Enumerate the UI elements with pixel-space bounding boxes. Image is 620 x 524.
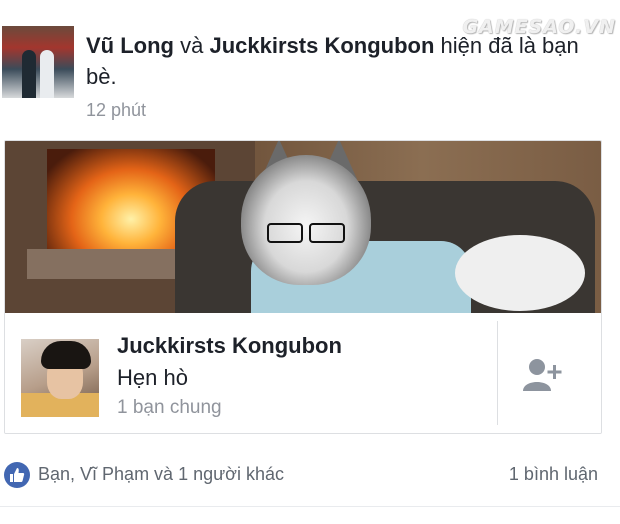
timestamp[interactable]: 12 phút bbox=[86, 100, 146, 121]
profile-picture[interactable] bbox=[21, 339, 99, 417]
actor-two-link[interactable]: Juckkirsts Kongubon bbox=[209, 33, 434, 58]
dog-tail-image bbox=[455, 235, 585, 311]
actor-one-link[interactable]: Vũ Long bbox=[86, 33, 174, 58]
watermark-text: GAMESAO.VN bbox=[462, 16, 616, 38]
comments-count[interactable]: 1 bình luận bbox=[509, 464, 598, 485]
profile-row: Juckkirsts Kongubon Hẹn hò 1 bạn chung bbox=[5, 313, 601, 433]
watermark-logo: GAMESAO.VN bbox=[462, 16, 616, 38]
reaction-footer: Bạn, Vĩ Phạm và 1 người khác 1 bình luận bbox=[0, 448, 620, 488]
divider bbox=[497, 321, 498, 425]
friend-card: Juckkirsts Kongubon Hẹn hò 1 bạn chung bbox=[4, 140, 602, 434]
avatar[interactable] bbox=[2, 26, 74, 98]
add-friend-icon[interactable] bbox=[521, 357, 565, 393]
connector-text: và bbox=[180, 33, 204, 58]
profile-name[interactable]: Juckkirsts Kongubon bbox=[117, 333, 342, 359]
divider bbox=[0, 506, 620, 507]
reactions-summary[interactable]: Bạn, Vĩ Phạm và 1 người khác bbox=[38, 464, 284, 485]
story-text: Vũ Long và Juckkirsts Kongubon hiện đã l… bbox=[86, 30, 586, 92]
avatar-person bbox=[22, 50, 36, 98]
mutual-friends-link[interactable]: 1 bạn chung bbox=[117, 397, 222, 419]
like-thumb-icon bbox=[4, 462, 30, 488]
relationship-status: Hẹn hò bbox=[117, 365, 188, 390]
avatar-person bbox=[40, 50, 54, 98]
cover-photo[interactable] bbox=[5, 141, 601, 313]
husky-image bbox=[241, 155, 371, 285]
glasses-image bbox=[267, 223, 347, 243]
